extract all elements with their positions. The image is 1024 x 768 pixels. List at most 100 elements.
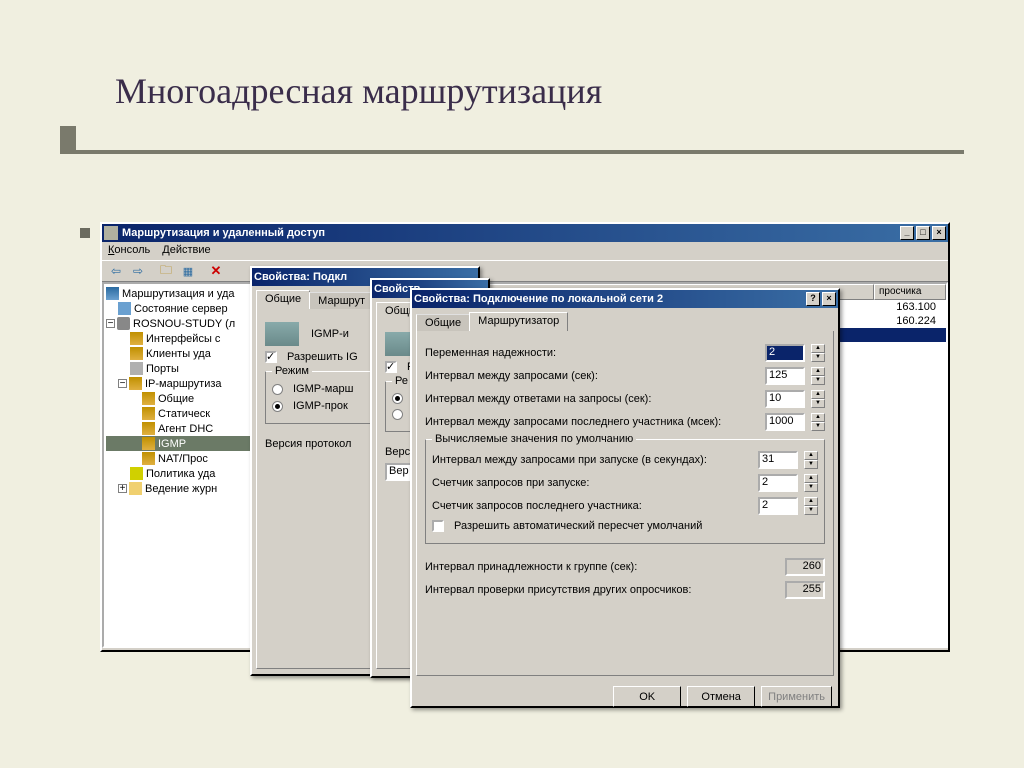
tree-nat[interactable]: NAT/Прос: [158, 453, 208, 465]
folder-up-icon: 🗀: [160, 261, 172, 282]
arrow-right-icon: ⇨: [133, 264, 143, 278]
tree-root[interactable]: Маршрутизация и уда: [122, 288, 235, 300]
iproute-icon: [129, 377, 142, 390]
radio-option[interactable]: [392, 393, 403, 404]
general-icon: [142, 392, 155, 405]
tree-igmp[interactable]: IGMP: [158, 438, 186, 450]
last-member-interval-spinner[interactable]: ▲▼: [811, 413, 825, 431]
dhcp-icon: [142, 422, 155, 435]
properties-dialog-3: Свойства: Подключение по локальной сети …: [410, 288, 840, 708]
apply-button[interactable]: Применить: [761, 686, 832, 707]
tree-policy[interactable]: Политика уда: [146, 468, 215, 480]
version-label: Верс: [385, 446, 410, 458]
auto-recalc-checkbox[interactable]: [432, 520, 444, 532]
igmp-heading: IGMP-и: [311, 328, 349, 340]
tree-general[interactable]: Общие: [158, 393, 194, 405]
query-interval-label: Интервал между запросами (сек):: [425, 370, 759, 382]
slide-bullet: [80, 228, 90, 238]
tree-iproute[interactable]: IP-маршрутиза: [145, 378, 222, 390]
startup-count-spinner[interactable]: ▲▼: [804, 474, 818, 492]
minimize-button[interactable]: _: [900, 226, 914, 240]
interface-icon: [130, 332, 143, 345]
collapse-icon[interactable]: −: [118, 379, 127, 388]
allow-checkbox[interactable]: [385, 361, 397, 373]
delete-button[interactable]: ✕: [206, 262, 226, 280]
query-interval-spinner[interactable]: ▲▼: [811, 367, 825, 385]
delete-icon: ✕: [211, 263, 222, 279]
reliability-label: Переменная надежности:: [425, 347, 759, 359]
response-interval-label: Интервал между ответами на запросы (сек)…: [425, 393, 759, 405]
tab-general[interactable]: Общие: [256, 290, 310, 309]
tree-interfaces[interactable]: Интерфейсы с: [146, 333, 220, 345]
reliability-spinner[interactable]: ▲▼: [811, 344, 825, 362]
mode-group: Ре: [392, 375, 411, 387]
cancel-button[interactable]: Отмена: [687, 686, 755, 707]
last-member-count-spinner[interactable]: ▲▼: [804, 497, 818, 515]
tab-router[interactable]: Маршрут: [309, 292, 374, 309]
last-member-interval-label: Интервал между запросами последнего учас…: [425, 416, 759, 428]
tree-serverstate[interactable]: Состояние сервер: [134, 303, 228, 315]
startup-query-spinner[interactable]: ▲▼: [804, 451, 818, 469]
ok-button[interactable]: OK: [613, 686, 681, 707]
network-icon: [265, 322, 299, 346]
menu-action[interactable]: Действие: [162, 244, 210, 258]
version-label: Версия протокол: [265, 438, 351, 450]
toolbar: ⇦ ⇨ 🗀 ▦ ✕: [102, 260, 948, 282]
policy-icon: [130, 467, 143, 480]
tree-dhcp[interactable]: Агент DHC: [158, 423, 213, 435]
startup-query-input[interactable]: 31: [758, 451, 798, 469]
response-interval-input[interactable]: 10: [765, 390, 805, 408]
radio-proxy-label: IGMP-прок: [293, 400, 348, 412]
response-interval-spinner[interactable]: ▲▼: [811, 390, 825, 408]
tree-pane[interactable]: Маршрутизация и уда Состояние сервер − RO…: [102, 282, 272, 648]
mmc-title: Маршрутизация и удаленный доступ: [122, 227, 325, 239]
clients-icon: [130, 347, 143, 360]
reliability-input[interactable]: 2: [765, 344, 805, 362]
startup-count-input[interactable]: 2: [758, 474, 798, 492]
expand-icon[interactable]: +: [118, 484, 127, 493]
menu-console[interactable]: Консоль: [108, 244, 150, 258]
auto-recalc-label: Разрешить автоматический пересчет умолча…: [454, 520, 702, 532]
view-button[interactable]: ▦: [178, 262, 198, 280]
radio-router-label: IGMP-марш: [293, 383, 353, 395]
tree-ports[interactable]: Порты: [146, 363, 179, 375]
presence-value: 255: [785, 581, 825, 599]
last-member-count-input[interactable]: 2: [758, 497, 798, 515]
last-member-interval-input[interactable]: 1000: [765, 413, 805, 431]
presence-label: Интервал проверки присутствия других опр…: [425, 584, 779, 596]
menubar[interactable]: Консоль Действие: [102, 242, 948, 260]
slide-accent: [60, 150, 964, 154]
maximize-button[interactable]: □: [916, 226, 930, 240]
allow-igmp-checkbox[interactable]: [265, 351, 277, 363]
collapse-icon[interactable]: −: [106, 319, 115, 328]
tab-router[interactable]: Маршрутизатор: [469, 312, 568, 331]
mmc-titlebar[interactable]: Маршрутизация и удаленный доступ _ □ ×: [102, 224, 948, 242]
last-member-count-label: Счетчик запросов последнего участника:: [432, 500, 752, 512]
tree-clients[interactable]: Клиенты уда: [146, 348, 211, 360]
help-button[interactable]: ?: [806, 292, 820, 306]
radio-option[interactable]: [392, 409, 403, 420]
dialog3-title: Свойства: Подключение по локальной сети …: [414, 293, 663, 305]
tree-host[interactable]: ROSNOU-STUDY (л: [133, 318, 235, 330]
back-button[interactable]: ⇦: [106, 262, 126, 280]
tree-logging[interactable]: Ведение журн: [145, 483, 217, 495]
close-button[interactable]: ×: [932, 226, 946, 240]
membership-value: 260: [785, 558, 825, 576]
dialog3-titlebar[interactable]: Свойства: Подключение по локальной сети …: [412, 290, 838, 308]
slide-title: Многоадресная маршрутизация: [115, 70, 602, 112]
up-button[interactable]: 🗀: [156, 262, 176, 280]
startup-count-label: Счетчик запросов при запуске:: [432, 477, 752, 489]
query-interval-input[interactable]: 125: [765, 367, 805, 385]
dialog1-title: Свойства: Подкл: [254, 271, 347, 283]
tree-static[interactable]: Статическ: [158, 408, 210, 420]
radio-router[interactable]: [272, 384, 283, 395]
tab-general[interactable]: Общие: [416, 314, 470, 331]
close-button[interactable]: ×: [822, 292, 836, 306]
ports-icon: [130, 362, 143, 375]
defaults-group: Вычисляемые значения по умолчанию: [432, 433, 636, 445]
column-header[interactable]: просчика: [874, 284, 946, 300]
arrow-left-icon: ⇦: [111, 264, 121, 278]
igmp-icon: [142, 437, 155, 450]
radio-proxy[interactable]: [272, 401, 283, 412]
forward-button[interactable]: ⇨: [128, 262, 148, 280]
